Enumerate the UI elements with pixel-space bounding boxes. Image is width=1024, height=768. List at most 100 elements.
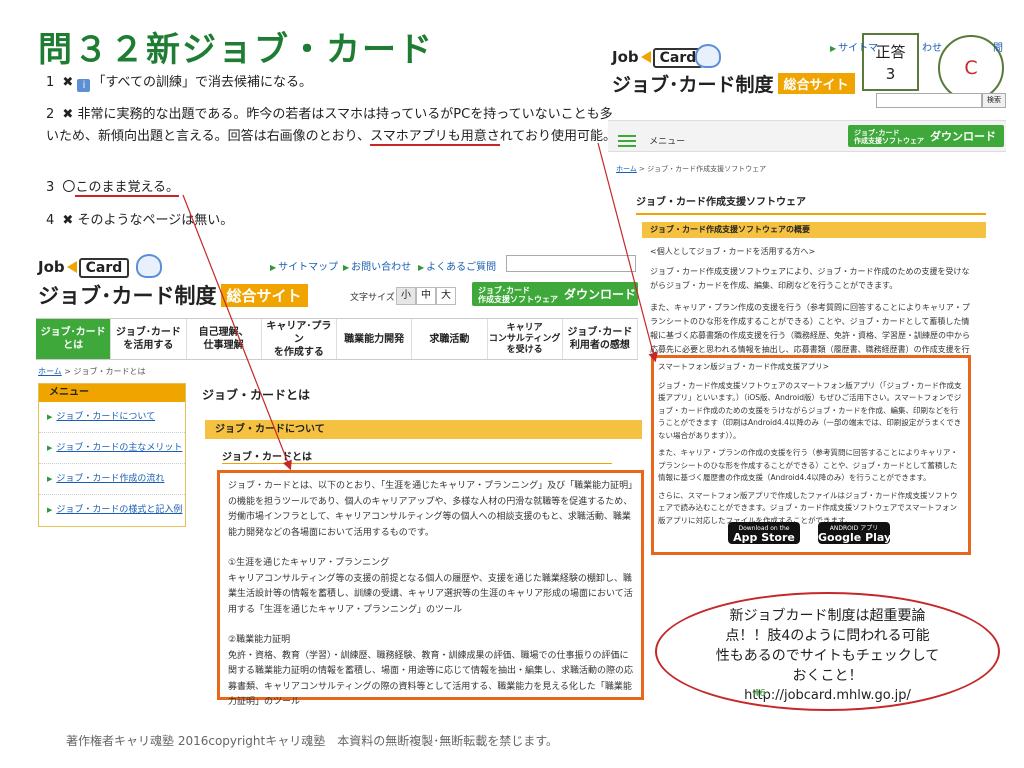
breadcrumb: ホーム > ジョブ・カード作成支援ソフトウェア bbox=[616, 164, 766, 174]
section-bar: ジョブ・カードについて bbox=[205, 420, 642, 439]
note-text-end: れており使用可能。 bbox=[499, 129, 616, 144]
sub-heading: ジョブ・カードとは bbox=[222, 448, 612, 464]
bubble-url: http://jobcard.mhlw.go.jp/ bbox=[744, 688, 911, 703]
top-link-faq[interactable]: 問 bbox=[993, 39, 1003, 54]
google-play-label: Google Play bbox=[818, 531, 892, 544]
nav-item-career-plan[interactable]: キャリア･プラン を作成する bbox=[262, 319, 337, 359]
right-site-logo[interactable]: Job Card ジョブ･カード制度 総合サイト bbox=[612, 48, 855, 97]
search-input[interactable] bbox=[506, 255, 636, 272]
link-label: サイトマップ bbox=[278, 262, 339, 273]
intro-paragraph: <個人としてジョブ・カードを活用する方へ> bbox=[650, 247, 816, 256]
note-number: 2 bbox=[46, 107, 55, 122]
breadcrumb-current: > ジョブ・カード作成支援ソフトウェア bbox=[636, 165, 767, 173]
font-size-medium-button[interactable]: 中 bbox=[416, 287, 436, 305]
nav-item-job-search[interactable]: 求職活動 bbox=[412, 319, 488, 359]
app-store-label: App Store bbox=[733, 531, 795, 544]
google-play-button[interactable]: ANDROID アプリ Google Play bbox=[818, 522, 892, 544]
about-paragraph: ②職業能力証明 免許・資格、教育（学習）・訓練歴、職務経験、教育・訓練成果の評価… bbox=[228, 635, 634, 707]
breadcrumb-home-link[interactable]: ホーム bbox=[616, 165, 637, 173]
logo-badge: 総合サイト bbox=[220, 284, 308, 307]
nav-item-self-understanding[interactable]: 自己理解、 仕事理解 bbox=[187, 319, 262, 359]
top-link-contact[interactable]: わせ bbox=[922, 39, 942, 54]
download-label: ダウンロード bbox=[930, 130, 996, 143]
logo-main-text: ジョブ･カード制度 bbox=[38, 284, 217, 308]
bubble-line: おくこと！ bbox=[792, 668, 863, 684]
breadcrumb-home-link[interactable]: ホーム bbox=[38, 367, 62, 376]
logo-job-text: Job bbox=[612, 48, 639, 66]
page-heading: ジョブ・カードとは bbox=[202, 388, 311, 402]
side-menu-item[interactable]: ▶ ジョブ・カード作成の流れ bbox=[39, 464, 185, 495]
side-menu-item-label: ジョブ・カードの主なメリット bbox=[56, 443, 183, 453]
note-number: 1 bbox=[46, 75, 55, 90]
logo-job-card: Job Card bbox=[612, 48, 855, 68]
note-1: 1 ✖ i 「すべての訓練」で消去候補になる。 bbox=[46, 72, 312, 94]
slide-title: 問３２新ジョブ・カード bbox=[38, 30, 434, 70]
link-label: よくあるご質問 bbox=[426, 262, 497, 273]
nav-item-about[interactable]: ジョブ･カード とは bbox=[36, 319, 112, 359]
font-size-large-button[interactable]: 大 bbox=[436, 287, 456, 305]
top-link-sitemap[interactable]: ▶ サイトマップ bbox=[270, 258, 338, 273]
nav-item-skill-development[interactable]: 職業能力開発 bbox=[337, 319, 413, 359]
side-menu: メニュー ▶ ジョブ・カードについて ▶ ジョブ・カードの主なメリット ▶ ジョブ・カ… bbox=[38, 383, 186, 527]
global-nav: ジョブ･カード とは ジョブ･カード を活用する 自己理解、 仕事理解 キャリア… bbox=[36, 318, 638, 360]
nav-item-use[interactable]: ジョブ･カード を活用する bbox=[111, 319, 187, 359]
note-underlined-text: スマホアプリも用意さ bbox=[370, 129, 500, 146]
logo-job-text: Job bbox=[38, 258, 65, 276]
breadcrumb-current: > ジョブ・カードとは bbox=[61, 367, 146, 376]
triangle-right-icon: ▶ bbox=[47, 444, 53, 452]
search-input[interactable] bbox=[876, 93, 982, 108]
side-menu-item[interactable]: ▶ ジョブ・カードについて bbox=[39, 402, 185, 433]
font-size-small-button[interactable]: 小 bbox=[396, 287, 416, 305]
logo-badge: 総合サイト bbox=[777, 73, 855, 94]
download-software-button[interactable]: ジョブ･カード 作成支援ソフトウェア ダウンロード bbox=[472, 282, 638, 306]
logo-main: ジョブ･カード制度 総合サイト bbox=[38, 280, 308, 310]
side-menu-item-label: ジョブ・カードの様式と記入例 bbox=[56, 505, 183, 515]
about-paragraph: ①生涯を通じたキャリア・プランニング キャリアコンサルティング等の支援の前提とな… bbox=[228, 558, 633, 615]
download-sub-label: ジョブ･カード 作成支援ソフトウェア bbox=[478, 286, 558, 304]
download-software-button[interactable]: ジョブ･カード 作成支援ソフトウェア ダウンロード bbox=[848, 125, 1004, 147]
smartphone-paragraph: さらに、スマートフォン版アプリで作成したファイルはジョブ・カード作成支援ソフトウ… bbox=[658, 490, 958, 525]
mascot-icon bbox=[136, 254, 162, 278]
link-label: わせ bbox=[922, 43, 942, 54]
page-number: 46 bbox=[753, 688, 766, 699]
mascot-icon bbox=[695, 44, 721, 68]
info-icon: i bbox=[77, 79, 91, 92]
logo-main-text: ジョブ･カード制度 bbox=[612, 74, 774, 96]
answer-number: 3 bbox=[885, 65, 896, 83]
triangle-right-icon: ▶ bbox=[270, 263, 277, 272]
side-menu-item-label: ジョブ・カードについて bbox=[56, 412, 156, 422]
link-label: お問い合わせ bbox=[351, 262, 412, 273]
note-text: 「すべての訓練」で消去候補になる。 bbox=[92, 75, 313, 90]
top-link-contact[interactable]: ▶ お問い合わせ bbox=[343, 258, 411, 273]
nav-item-user-voices[interactable]: ジョブ･カード 利用者の感想 bbox=[563, 319, 638, 359]
bubble-line: 新ジョブカード制度は超重要論 bbox=[729, 608, 926, 624]
left-site-logo[interactable]: Job Card ジョブ･カード制度 総合サイト bbox=[38, 258, 308, 310]
smartphone-paragraph: また、キャリア・プランの作成の支援を行う（参考質問に回答することによりキャリア・… bbox=[658, 448, 958, 482]
menu-button[interactable]: メニュー bbox=[618, 130, 685, 149]
logo-job-card: Job Card bbox=[38, 258, 308, 278]
note-3: 3 〇このまま覚える。 bbox=[46, 177, 180, 199]
app-store-button[interactable]: Download on the App Store bbox=[728, 522, 800, 544]
cross-icon: ✖ bbox=[62, 75, 74, 90]
download-label: ダウンロード bbox=[564, 287, 637, 302]
logo-card-text: Card bbox=[78, 258, 130, 278]
note-number: 4 bbox=[46, 213, 55, 228]
top-link-sitemap[interactable]: ▶ サイトマ bbox=[830, 39, 878, 54]
triangle-right-icon: ▶ bbox=[830, 44, 837, 53]
search-button[interactable]: 検索 bbox=[982, 93, 1006, 108]
triangle-right-icon: ▶ bbox=[47, 506, 53, 514]
about-paragraph: ジョブ・カードとは、以下のとおり、「生涯を通じたキャリア・プランニング」及び「職… bbox=[228, 481, 633, 538]
arrow-left-icon bbox=[640, 51, 651, 63]
side-menu-item[interactable]: ▶ ジョブ・カードの主なメリット bbox=[39, 433, 185, 464]
hamburger-icon bbox=[618, 134, 636, 147]
note-bubble: 新ジョブカード制度は超重要論 点！！肢4のように問われる可能 性もあるのでサイト… bbox=[655, 592, 1000, 711]
arrow-left-icon bbox=[66, 261, 77, 273]
side-menu-item-label: ジョブ・カード作成の流れ bbox=[56, 474, 165, 484]
triangle-right-icon: ▶ bbox=[418, 263, 425, 272]
link-label: サイトマ bbox=[838, 43, 879, 54]
smartphone-heading: スマートフォン版ジョブ・カード作成支援アプリ> bbox=[658, 362, 830, 371]
top-link-faq[interactable]: ▶ よくあるご質問 bbox=[418, 258, 496, 273]
about-body: ジョブ・カードとは、以下のとおり、「生涯を通じたキャリア・プランニング」及び「職… bbox=[228, 479, 633, 711]
side-menu-item[interactable]: ▶ ジョブ・カードの様式と記入例 bbox=[39, 495, 185, 526]
nav-item-consulting[interactable]: キャリア コンサルティング を受ける bbox=[488, 319, 563, 359]
